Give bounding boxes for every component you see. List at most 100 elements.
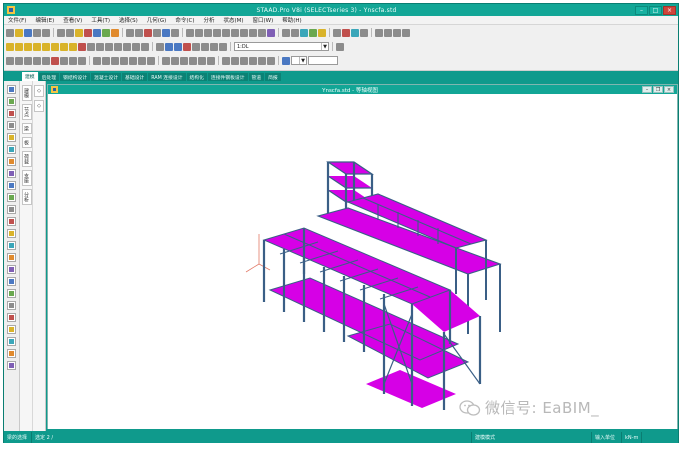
rotate-icon[interactable] [162, 28, 170, 37]
doc-close-button[interactable]: × [664, 86, 674, 93]
side-tab-general[interactable]: 梁 [21, 123, 32, 134]
open-file-icon[interactable] [15, 28, 23, 37]
view-plan-icon[interactable] [258, 56, 266, 65]
circular-repeat-icon[interactable] [114, 42, 122, 51]
connect-icon[interactable] [7, 325, 16, 334]
group-icon[interactable] [7, 145, 16, 154]
node-cursor-icon[interactable] [15, 42, 23, 51]
parallel-beam-icon[interactable] [60, 42, 68, 51]
tab-modeling[interactable]: 建模 [22, 72, 38, 81]
load-case-combo[interactable]: 1:DL ▼ [234, 42, 329, 51]
tab-foundation-design[interactable]: 基础设计 [122, 73, 148, 81]
view-manager-icon[interactable] [219, 42, 227, 51]
menu-select[interactable]: 选择(S) [119, 16, 138, 24]
info-icon[interactable] [7, 349, 16, 358]
side-tab-setup[interactable]: 建模 [21, 85, 32, 101]
snap-node-icon[interactable] [6, 56, 14, 65]
doc-minimize-button[interactable]: – [642, 86, 652, 93]
mirror-icon[interactable] [123, 42, 131, 51]
support-icon[interactable] [129, 56, 137, 65]
zoom-out-icon[interactable] [165, 42, 173, 51]
display-loads-icon[interactable] [51, 56, 59, 65]
undo-icon[interactable] [84, 28, 92, 37]
offset-icon[interactable] [7, 193, 16, 202]
view-left-icon[interactable] [204, 28, 212, 37]
solid-icon[interactable] [7, 121, 16, 130]
plate-cursor-icon[interactable] [24, 42, 32, 51]
view-iso-icon[interactable] [240, 28, 248, 37]
truss-icon[interactable] [7, 217, 16, 226]
zoom-in-icon[interactable] [156, 42, 164, 51]
translational-repeat-icon[interactable] [105, 42, 113, 51]
select-beams-icon[interactable] [291, 28, 299, 37]
tab-postprocessing[interactable]: 后处理 [38, 73, 60, 81]
select-geometry-icon[interactable] [318, 28, 326, 37]
tab-report[interactable]: 简报 [265, 73, 281, 81]
side-subtab-1[interactable]: ◇ [34, 85, 44, 97]
wire-icon[interactable] [93, 56, 101, 65]
menu-tools[interactable]: 工具(T) [91, 16, 110, 24]
axis-z-icon[interactable] [240, 56, 248, 65]
menu-mode[interactable]: 状态(M) [223, 16, 243, 24]
menu-window[interactable]: 窗口(W) [253, 16, 274, 24]
insert-node-icon[interactable] [132, 42, 140, 51]
load-icon[interactable] [7, 157, 16, 166]
minimize-button[interactable]: – [635, 5, 648, 15]
cable-icon[interactable] [7, 229, 16, 238]
cut-section-icon[interactable] [78, 56, 86, 65]
doc-restore-button[interactable]: ❐ [653, 86, 663, 93]
maximize-button[interactable]: □ [649, 5, 662, 15]
cut-icon[interactable] [57, 28, 65, 37]
move-icon[interactable] [78, 42, 86, 51]
solid-cursor-icon[interactable] [33, 42, 41, 51]
highlight-icon[interactable] [69, 56, 77, 65]
render-icon[interactable] [102, 56, 110, 65]
measure-icon[interactable] [60, 56, 68, 65]
compression-icon[interactable] [7, 253, 16, 262]
menu-file[interactable]: 文件(F) [8, 16, 26, 24]
view-elevation-icon[interactable] [267, 56, 275, 65]
side-tab-plates[interactable]: 板 [21, 137, 32, 148]
side-subtab-2[interactable]: ◇ [34, 100, 44, 112]
new-view-icon[interactable] [210, 42, 218, 51]
section-icon[interactable] [33, 56, 41, 65]
menu-view[interactable]: 查看(V) [63, 16, 82, 24]
menu-commands[interactable]: 命令(C) [175, 16, 194, 24]
solid-tool-icon[interactable] [198, 56, 206, 65]
dimension-icon[interactable] [111, 56, 119, 65]
spec-icon[interactable] [147, 56, 155, 65]
shrink-icon[interactable] [342, 28, 350, 37]
side-tab-geometry[interactable]: 节点 [21, 104, 32, 120]
geometry-cursor-icon[interactable] [51, 42, 59, 51]
surface-icon[interactable] [7, 133, 16, 142]
tab-structural[interactable]: 结构化 [186, 73, 207, 81]
intersect-icon[interactable] [7, 313, 16, 322]
dynamic-zoom-icon[interactable] [144, 28, 152, 37]
view-bottom-icon[interactable] [231, 28, 239, 37]
zoom-extent-icon[interactable] [174, 42, 182, 51]
analysis-icon[interactable] [111, 28, 119, 37]
zoom-all-icon[interactable] [153, 28, 161, 37]
add-plate-icon[interactable] [96, 42, 104, 51]
picture-icon[interactable] [384, 28, 392, 37]
snap-grid-icon[interactable] [15, 56, 23, 65]
chevron-down-icon[interactable]: ▼ [299, 57, 306, 64]
support-fixed-icon[interactable] [7, 169, 16, 178]
toggle-grid-icon[interactable] [282, 56, 290, 65]
model-viewport[interactable] [48, 94, 677, 429]
view-front-icon[interactable] [186, 28, 194, 37]
structure-3d-model[interactable] [48, 94, 677, 429]
select-nodes-icon[interactable] [282, 28, 290, 37]
tab-connection-plate[interactable]: 连接件钢板设计 [207, 73, 248, 81]
select-plates-icon[interactable] [300, 28, 308, 37]
export-icon[interactable] [402, 28, 410, 37]
plate-tool-icon[interactable] [189, 56, 197, 65]
zoom-window-icon[interactable] [126, 28, 134, 37]
view-right-icon[interactable] [213, 28, 221, 37]
menu-analyze[interactable]: 分析 [203, 16, 214, 24]
tab-piping[interactable]: 管道 [248, 73, 265, 81]
plate-icon[interactable] [7, 109, 16, 118]
view-spin-icon[interactable] [258, 28, 266, 37]
spring-icon[interactable] [7, 205, 16, 214]
grid-icon[interactable] [102, 28, 110, 37]
